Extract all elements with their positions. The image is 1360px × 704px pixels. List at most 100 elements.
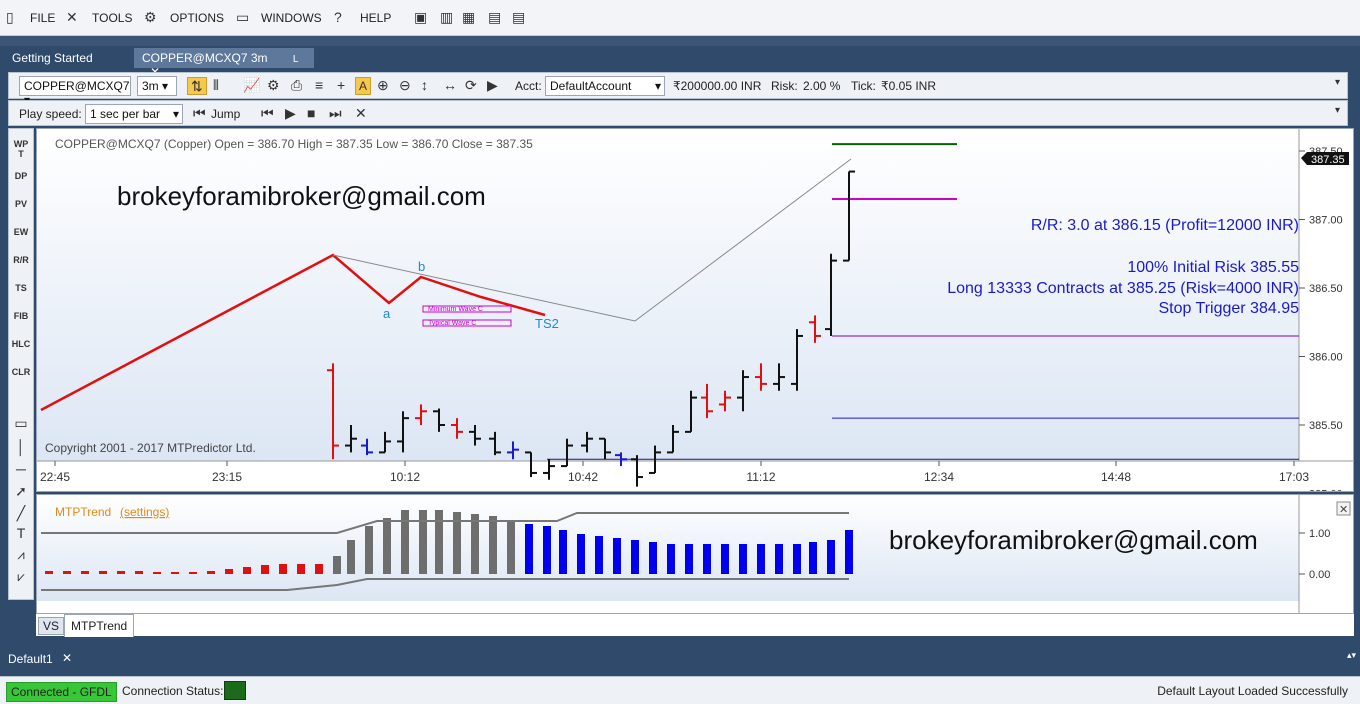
tab-vs[interactable]: VS (38, 617, 65, 635)
close-icon[interactable]: ✕ (1339, 504, 1348, 516)
trendline-icon[interactable]: ╱ (11, 505, 31, 522)
stop-annotation: Stop Trigger 384.95 (1158, 300, 1299, 317)
tools-icon[interactable]: ✕ (66, 10, 78, 24)
x-tick-label: 22:45 (40, 470, 70, 484)
print-icon[interactable]: ⎙ (291, 77, 302, 93)
tool-ts[interactable]: TS (11, 283, 31, 293)
save-icon[interactable]: ▤ (488, 10, 501, 24)
windows-icon[interactable]: ▭ (236, 10, 249, 24)
vline-icon[interactable]: │ (11, 439, 31, 455)
menu-tools[interactable]: TOOLS (92, 11, 132, 25)
mtptrend-bar (809, 542, 817, 574)
connected-badge: Connected - GFDL (6, 682, 117, 702)
indicator-pane[interactable]: MTPTrend (settings) brokeyforamibroker@g… (36, 494, 1354, 614)
interval-select[interactable]: 3m ▾ (137, 76, 177, 96)
menu-help[interactable]: HELP (360, 11, 391, 25)
crosshair-icon[interactable]: + (337, 77, 345, 93)
x-tick-label: 11:12 (746, 470, 775, 484)
gear-icon[interactable]: ⚙ (144, 10, 157, 24)
screen-icon[interactable]: ▣ (414, 10, 427, 24)
min-wave-label: Minimum Wave C (428, 306, 483, 313)
hline-icon[interactable]: ─ (11, 461, 31, 477)
candle-icon[interactable]: ⫴ (213, 77, 219, 93)
tab-getting-started[interactable]: Getting Started (4, 48, 101, 68)
symbol-select[interactable]: COPPER@MCXQ7 ▾ (19, 76, 131, 107)
zoom-out-icon[interactable]: ⊖ (399, 77, 411, 93)
long-annotation: Long 13333 Contracts at 385.25 (Risk=400… (947, 280, 1299, 297)
play-speed-select[interactable]: 1 sec per bar ▾ (85, 104, 183, 124)
y-tick-label: 385.00 (1309, 489, 1343, 492)
pattern-icon[interactable]: ⩗ (11, 569, 31, 585)
bars-icon[interactable]: ▥ (440, 10, 453, 24)
menu-options[interactable]: OPTIONS (170, 11, 224, 25)
tool-rr[interactable]: R/R (11, 255, 31, 265)
tool-wpt[interactable]: WP T (11, 139, 31, 159)
last-price-text: 387.35 (1311, 154, 1345, 166)
connection-status-label: Connection Status: (122, 684, 224, 698)
scroll-v-icon[interactable]: ↕ (421, 77, 428, 93)
grid-icon[interactable]: ▦ (462, 10, 475, 24)
gear-icon[interactable]: ⚙ (267, 77, 280, 93)
skip-back-icon[interactable]: ⏮ (261, 105, 274, 121)
tab-default1[interactable]: Default1 (8, 652, 53, 666)
x-tick-label: 10:42 (568, 470, 598, 484)
scroll-h-icon[interactable]: ↔ (443, 77, 457, 93)
mtptrend-bar (845, 530, 853, 574)
price-chart-svg[interactable]: 387.50387.00386.50386.00385.50385.00384.… (37, 129, 1353, 491)
toolbar-overflow-icon[interactable]: ▾ (1335, 75, 1340, 91)
status-message: Default Layout Loaded Successfully (1157, 684, 1348, 698)
indicator-svg[interactable]: MTPTrend (settings) brokeyforamibroker@g… (37, 495, 1353, 613)
tool-fib[interactable]: FIB (11, 311, 31, 321)
text-icon[interactable]: T (11, 525, 31, 541)
list-icon[interactable]: ≡ (315, 77, 323, 93)
close-icon[interactable]: ✕ (355, 105, 367, 121)
tool-hlc[interactable]: HLC (11, 339, 31, 349)
tool-ew[interactable]: EW (11, 227, 31, 237)
tool-dp[interactable]: DP (11, 171, 31, 181)
help-icon[interactable]: ? (334, 10, 342, 24)
skip-forward-icon[interactable]: ⏭ (329, 105, 342, 121)
document-icon[interactable]: ▯ (6, 10, 14, 24)
stop-icon[interactable]: ■ (307, 105, 315, 121)
mtptrend-bar (243, 567, 251, 574)
indicator-settings-link[interactable]: (settings) (120, 505, 169, 519)
menu-windows[interactable]: WINDOWS (261, 11, 322, 25)
refresh-icon[interactable]: ⟳ (465, 77, 477, 93)
mtptrend-bar (45, 571, 53, 574)
mtptrend-bar (135, 571, 143, 574)
toolbar-overflow-icon[interactable]: ▾ (1335, 103, 1340, 119)
tool-clr[interactable]: CLR (11, 367, 31, 377)
chart-icon[interactable]: 📈 (243, 77, 260, 93)
mtptrend-bar (333, 556, 341, 574)
sync-icon[interactable]: ⇅ (187, 77, 207, 95)
y-axis-ticks: 387.50387.00386.50386.00385.50385.00384.… (1299, 146, 1343, 491)
rectangle-icon[interactable]: ▭ (11, 415, 31, 432)
mtptrend-bar (347, 540, 355, 574)
menu-file[interactable]: FILE (30, 11, 55, 25)
play-speed-value: 1 sec per bar (90, 107, 161, 121)
tab-chart[interactable]: COPPER@MCXQ7 3m L ✕ (134, 48, 314, 79)
save-all-icon[interactable]: ▤ (512, 10, 525, 24)
play-icon[interactable]: ▶ (285, 105, 296, 121)
risk-label: Risk: (771, 79, 798, 93)
zoom-in-icon[interactable]: ⊕ (377, 77, 389, 93)
tab-mtptrend[interactable]: MTPTrend (64, 614, 135, 637)
account-select[interactable]: DefaultAccount ▾ (545, 76, 665, 96)
tool-pv[interactable]: PV (11, 199, 31, 209)
x-tick-label: 12:34 (924, 470, 954, 484)
close-icon[interactable]: ✕ (62, 651, 72, 665)
jump-icon[interactable]: ⏮ (193, 105, 206, 121)
arrow-icon[interactable]: ➚ (11, 483, 31, 500)
wave-icon[interactable]: ⩘ (11, 547, 31, 563)
scroll-icon[interactable]: ▴▾ (1347, 650, 1356, 661)
mtptrend-bar (189, 572, 197, 574)
play-icon[interactable]: ▶ (487, 77, 498, 93)
mtptrend-bar (297, 564, 305, 574)
tab-chart-suffix: L (292, 54, 299, 65)
pane-tabs: VS MTPTrend (36, 614, 1354, 637)
mtptrend-bar (153, 572, 161, 574)
highlight-button[interactable]: A (355, 77, 372, 95)
risk-value[interactable]: 2.00 % (803, 79, 840, 93)
jump-button[interactable]: Jump (211, 107, 240, 121)
price-chart[interactable]: 387.50387.00386.50386.00385.50385.00384.… (36, 128, 1354, 492)
